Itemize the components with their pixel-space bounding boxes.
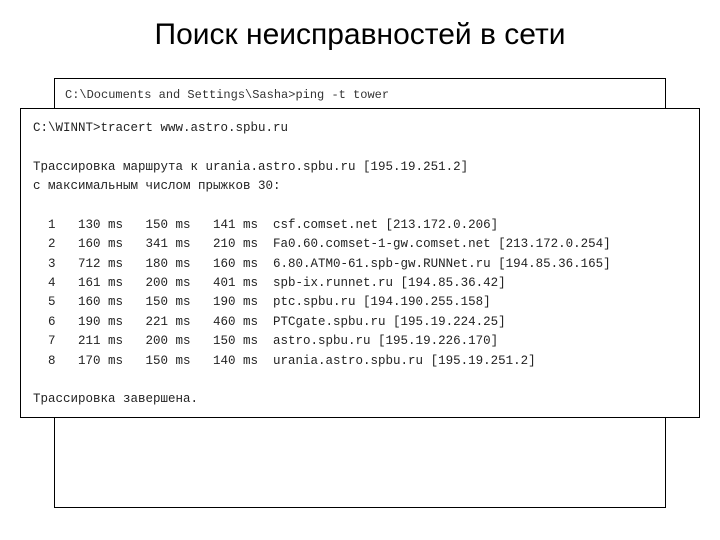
tracert-hop: 3 712 ms 180 ms 160 ms 6.80.ATM0-61.spb-… xyxy=(33,257,611,271)
tracert-hop: 7 211 ms 200 ms 150 ms astro.spbu.ru [19… xyxy=(33,334,498,348)
tracert-command: C:\WINNT>tracert www.astro.spbu.ru xyxy=(33,121,288,135)
tracert-hop: 8 170 ms 150 ms 140 ms urania.astro.spbu… xyxy=(33,354,536,368)
tracert-hop: 6 190 ms 221 ms 460 ms PTCgate.spbu.ru [… xyxy=(33,315,506,329)
tracert-intro-2: с максимальным числом прыжков 30: xyxy=(33,179,281,193)
slide-title: Поиск неисправностей в сети xyxy=(0,0,720,64)
tracert-hop: 2 160 ms 341 ms 210 ms Fa0.60.comset-1-g… xyxy=(33,237,611,251)
tracert-hop: 1 130 ms 150 ms 141 ms csf.comset.net [2… xyxy=(33,218,498,232)
ping-command-line: C:\Documents and Settings\Sasha>ping -t … xyxy=(65,87,655,104)
tracert-hop: 5 160 ms 150 ms 190 ms ptc.spbu.ru [194.… xyxy=(33,295,491,309)
tracert-done: Трассировка завершена. xyxy=(33,392,198,406)
tracert-intro-1: Трассировка маршрута к urania.astro.spbu… xyxy=(33,160,468,174)
tracert-hop: 4 161 ms 200 ms 401 ms spb-ix.runnet.ru … xyxy=(33,276,506,290)
tracert-output-box: C:\WINNT>tracert www.astro.spbu.ru Трасс… xyxy=(20,108,700,418)
